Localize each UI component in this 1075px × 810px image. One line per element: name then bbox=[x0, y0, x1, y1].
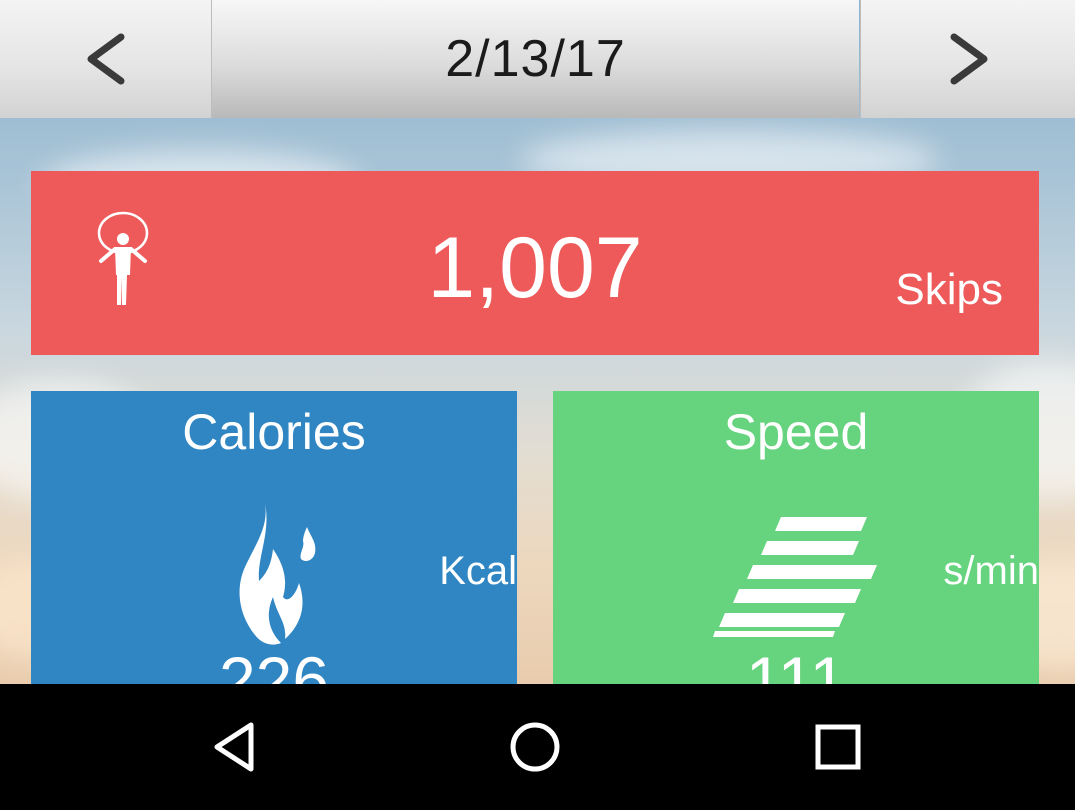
speed-value: 111 bbox=[745, 643, 847, 684]
previous-day-button[interactable] bbox=[0, 0, 212, 118]
speed-card[interactable]: Speed s/min 111 bbox=[553, 391, 1039, 684]
skips-count: 1,007 bbox=[427, 220, 643, 316]
next-day-button[interactable] bbox=[860, 0, 1075, 118]
system-home-button[interactable] bbox=[475, 684, 595, 810]
calories-title: Calories bbox=[182, 404, 366, 460]
flame-icon bbox=[239, 503, 316, 645]
chevron-left-icon bbox=[87, 33, 124, 85]
calories-unit: Kcal bbox=[439, 549, 517, 593]
system-navigation-bar bbox=[0, 684, 1075, 810]
home-circle-icon bbox=[510, 722, 560, 772]
speed-title: Speed bbox=[723, 404, 869, 460]
calories-value: 226 bbox=[218, 643, 330, 684]
date-header: 2/13/17 bbox=[0, 0, 1075, 118]
system-back-button[interactable] bbox=[175, 684, 295, 810]
system-recents-button[interactable] bbox=[778, 684, 898, 810]
recents-square-icon bbox=[815, 724, 861, 770]
back-triangle-icon bbox=[214, 722, 254, 772]
skips-card[interactable]: 1,007 Skips bbox=[31, 171, 1039, 355]
speed-unit: s/min bbox=[943, 549, 1039, 593]
speed-lines-icon bbox=[713, 517, 877, 637]
current-date: 2/13/17 bbox=[445, 30, 626, 88]
date-display: 2/13/17 bbox=[212, 0, 859, 118]
chevron-right-icon bbox=[950, 33, 987, 85]
skips-unit: Skips bbox=[895, 265, 1003, 314]
calories-card[interactable]: Calories Kcal 226 bbox=[31, 391, 517, 684]
